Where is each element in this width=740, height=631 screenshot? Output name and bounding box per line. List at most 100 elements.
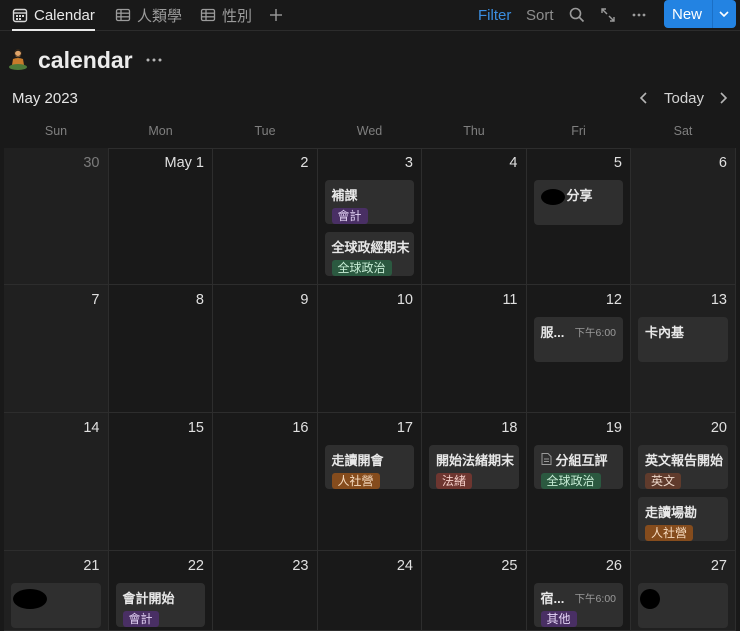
day-cell[interactable]: 9	[213, 285, 318, 413]
chevron-down-icon	[719, 11, 729, 18]
event-title: 全球政經期末	[332, 237, 410, 256]
page-title: calendar	[38, 46, 133, 73]
more-options-button[interactable]	[631, 0, 647, 30]
weekday-fri: Fri	[571, 124, 586, 138]
event-tag: 英文	[645, 473, 682, 489]
prev-month-button[interactable]	[638, 90, 650, 110]
event-card[interactable]: 補課 會計	[324, 180, 414, 224]
event-card[interactable]: 會計開始 會計	[115, 583, 205, 627]
day-cell[interactable]: 30	[4, 148, 109, 285]
day-cell[interactable]: May 1	[108, 148, 213, 285]
event-title-text: 服...	[540, 325, 565, 340]
event-tag: 人社營	[331, 473, 380, 489]
day-cell[interactable]: 17 走讀開會 人社營	[317, 413, 422, 551]
today-button[interactable]: Today	[664, 90, 704, 107]
add-view-button[interactable]	[268, 0, 284, 30]
event-title: 開始法緒期末	[436, 450, 514, 469]
weekday-wed: Wed	[356, 124, 383, 138]
expand-icon	[601, 8, 615, 22]
day-number: 21	[83, 558, 100, 574]
event-title-text: 補課	[331, 188, 358, 203]
plus-icon	[270, 9, 282, 21]
event-tag: 法緒	[436, 473, 473, 489]
sort-button[interactable]: Sort	[526, 0, 554, 30]
event-title: 走讀場勘	[645, 502, 721, 521]
day-cell[interactable]: 3 補課 會計 全球政經期末 全球政治	[317, 148, 422, 285]
event-title: 分享	[540, 185, 617, 205]
view-tabs-bar: Calendar 人類學 性別 Filter Sort New	[0, 0, 740, 31]
event-card[interactable]: 走讀開會 人社營	[324, 445, 414, 489]
event-card[interactable]	[11, 583, 101, 628]
day-cell[interactable]: 12 服... 下午6:00	[526, 285, 631, 413]
day-number: 23	[292, 558, 309, 574]
day-cell[interactable]: 23	[213, 551, 318, 631]
event-card[interactable]: 全球政經期末 全球政治	[324, 232, 414, 276]
event-card[interactable]: 走讀場勘 人社營	[638, 497, 728, 541]
weekday-tue: Tue	[254, 124, 276, 138]
document-icon	[541, 453, 551, 465]
day-cell[interactable]: 26 宿... 下午6:00 其他	[526, 551, 631, 631]
event-card[interactable]: 分組互評 全球政治	[533, 445, 623, 489]
event-card[interactable]	[638, 583, 728, 628]
filter-button[interactable]: Filter	[478, 0, 511, 30]
redaction-blob	[540, 188, 565, 205]
next-month-button[interactable]	[717, 90, 729, 110]
day-cell[interactable]: 5 分享	[526, 148, 631, 285]
event-card[interactable]: 英文報告開始 英文	[638, 445, 728, 489]
day-cell[interactable]: 21	[4, 551, 109, 631]
day-cell[interactable]: 18 開始法緒期末 法緒	[422, 413, 527, 551]
event-tag: 人社營	[645, 525, 694, 541]
chevron-left-icon	[639, 92, 647, 104]
weekday-mon: Mon	[148, 124, 173, 138]
new-button[interactable]: New	[664, 0, 736, 28]
event-tag: 其他	[540, 611, 577, 627]
day-cell[interactable]: 7	[4, 285, 109, 413]
redaction-blob	[640, 589, 660, 609]
tab-gender[interactable]: 性別	[200, 0, 252, 30]
day-number: 10	[396, 292, 413, 308]
month-label: May 2023	[12, 90, 78, 107]
day-cell[interactable]: 14	[4, 413, 109, 551]
event-title-text: 分組互評	[555, 453, 608, 468]
day-number: 24	[396, 558, 413, 574]
day-number: 14	[83, 420, 100, 436]
day-cell[interactable]: 2	[213, 148, 318, 285]
day-cell[interactable]: 16	[213, 413, 318, 551]
day-cell[interactable]: 8	[108, 285, 213, 413]
day-number: 19	[605, 420, 622, 436]
day-number: 18	[501, 420, 518, 436]
day-cell[interactable]: 11	[422, 285, 527, 413]
event-card[interactable]: 宿... 下午6:00 其他	[533, 583, 623, 627]
day-cell[interactable]: 22 會計開始 會計	[108, 551, 213, 631]
day-cell[interactable]: 20 英文報告開始 英文 走讀場勘 人社營	[631, 413, 736, 551]
expand-button[interactable]	[600, 0, 616, 30]
day-number: 15	[187, 420, 204, 436]
calendar-icon	[12, 8, 28, 23]
day-cell[interactable]: 25	[422, 551, 527, 631]
day-cell[interactable]: 13 卡內基	[631, 285, 736, 413]
event-title: 會計開始	[123, 588, 199, 607]
day-cell[interactable]: 27	[631, 551, 736, 631]
day-cell[interactable]: 4	[422, 148, 527, 285]
event-card[interactable]: 卡內基	[638, 317, 728, 362]
tab-calendar[interactable]: Calendar	[12, 0, 95, 31]
day-cell[interactable]: 10	[317, 285, 422, 413]
search-button[interactable]	[569, 0, 585, 30]
tab-anthropology[interactable]: 人類學	[115, 0, 182, 30]
page-more-icon[interactable]	[145, 55, 163, 65]
day-number: 12	[605, 292, 622, 308]
day-cell[interactable]: 24	[317, 551, 422, 631]
event-title-text: 走讀場勘	[645, 505, 698, 520]
day-cell[interactable]: 19 分組互評 全球政治	[526, 413, 631, 551]
new-options-dropdown[interactable]	[713, 8, 736, 20]
tab-label: Calendar	[34, 6, 95, 24]
day-cell[interactable]: 6	[631, 148, 736, 285]
event-card[interactable]: 服... 下午6:00	[533, 317, 623, 362]
redaction-blob	[13, 589, 47, 609]
more-icon	[632, 13, 646, 17]
event-card[interactable]: 開始法緒期末 法緒	[429, 445, 519, 489]
tab-label: 人類學	[137, 7, 183, 25]
event-card[interactable]: 分享	[533, 180, 623, 225]
day-cell[interactable]: 15	[108, 413, 213, 551]
day-number: May 1	[164, 155, 205, 171]
